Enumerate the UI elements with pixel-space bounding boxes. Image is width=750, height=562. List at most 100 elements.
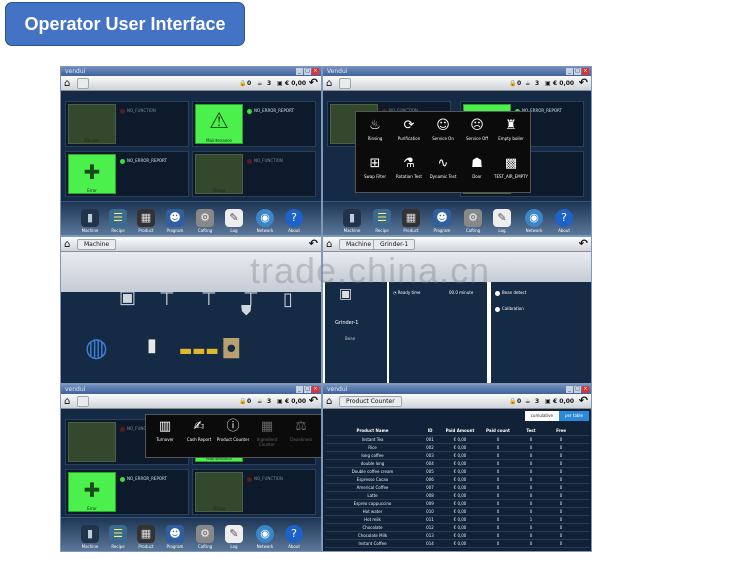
option-calibration[interactable]: Calibration (495, 306, 524, 312)
popup-cash-report[interactable]: ✍ Cash Report (182, 417, 216, 442)
col-product-name[interactable]: Product Name (325, 425, 420, 435)
breadcrumb-chevron[interactable] (77, 396, 89, 407)
back-icon[interactable]: ↶ (309, 77, 318, 89)
valve-component-icon[interactable]: ⊤ (201, 289, 217, 310)
table-row[interactable]: Hot milk 011 € 0,00 0 1 0 (325, 516, 589, 524)
popup-empty-boiler[interactable]: ♜ Empty boiler (494, 116, 528, 141)
grinder-component-icon[interactable]: ▣ (119, 287, 136, 308)
close-button[interactable]: × (582, 386, 589, 393)
minimize-button[interactable]: _ (566, 68, 573, 75)
close-button[interactable]: × (312, 386, 319, 393)
brewer-component-icon[interactable]: ▯ (283, 289, 293, 310)
network-globe-icon[interactable]: ◍ (85, 333, 108, 363)
tile-maintenance[interactable]: ⚠ NO_ERROR_REPORT Maintenance (192, 101, 316, 147)
popup-ingredient-counter[interactable]: ▦ Ingredient Counter (250, 417, 284, 447)
table-row[interactable]: Instant Tea 001 € 0,00 0 0 0 (325, 436, 589, 444)
option-bean-detect[interactable]: Bean detect (495, 290, 526, 296)
dock-program[interactable]: ☻ Program (162, 209, 188, 233)
table-row[interactable]: Hot water 010 € 0,00 0 0 0 (325, 508, 589, 516)
tab-cumulative[interactable]: cumulative (524, 411, 559, 421)
table-row[interactable]: Rice 002 € 0,00 0 0 0 (325, 444, 589, 452)
close-button[interactable]: × (312, 68, 319, 75)
dock-program[interactable]: ☻ Program (429, 209, 455, 233)
breadcrumb-grinder[interactable]: Grinder-1 (373, 239, 416, 250)
valve-component-icon[interactable]: ⊤ (159, 289, 175, 310)
popup-cleanliness[interactable]: ⚖ Cleanliness (284, 417, 318, 442)
back-icon[interactable]: ↶ (579, 395, 588, 407)
dock-log[interactable]: ✎ Log (221, 525, 247, 549)
dock-network[interactable]: ◉ Network (252, 525, 278, 549)
back-icon[interactable]: ↶ (579, 238, 588, 250)
dock-about[interactable]: ? About (551, 209, 577, 233)
minimize-button[interactable]: _ (296, 386, 303, 393)
dock-log[interactable]: ✎ Log (221, 209, 247, 233)
home-icon[interactable]: ⌂ (64, 239, 70, 250)
popup-rinsing[interactable]: ♨ Rinsing (358, 116, 392, 141)
dock-product[interactable]: ▦ Product (133, 209, 159, 233)
col-paid-count[interactable]: Paid count (480, 425, 516, 435)
breadcrumb-product-counter[interactable]: Product Counter (339, 396, 402, 407)
dock-recipe[interactable]: ☰ Recipe (369, 209, 395, 233)
dock-about[interactable]: ? About (281, 525, 307, 549)
tile-filling[interactable]: NO_FUNCTION Filling (192, 151, 316, 197)
canister-row-icon[interactable]: ▬▬▬ (179, 343, 219, 359)
breadcrumb-machine[interactable]: Machine (77, 239, 117, 250)
table-row[interactable]: Chocolate Milk 013 € 0,00 0 0 0 (325, 532, 589, 540)
motor-component-icon[interactable]: ⛊ (241, 303, 252, 319)
home-icon[interactable]: ⌂ (326, 78, 332, 89)
home-icon[interactable]: ⌂ (326, 396, 332, 407)
dock-network[interactable]: ◉ Network (252, 209, 278, 233)
dock-machine[interactable]: ▮ Machine (77, 209, 103, 233)
table-row[interactable]: Chocolate 012 € 0,00 0 0 0 (325, 524, 589, 532)
home-icon[interactable]: ⌂ (64, 396, 70, 407)
dock-product[interactable]: ▦ Product (398, 209, 424, 233)
dock-cafting[interactable]: ⚙ Cafting (192, 209, 218, 233)
tile-filling[interactable]: NO_FUNCTION Filling (192, 469, 316, 515)
table-row[interactable]: Espresso Cacao 006 € 0,00 0 0 0 (325, 476, 589, 484)
breadcrumb-chevron[interactable] (339, 78, 351, 89)
tile-grinder[interactable]: NO_FUNCTION Grinder (65, 101, 189, 147)
popup-dynamic-test[interactable]: ∿ Dynamic Test (426, 154, 460, 179)
tile-error[interactable]: ✚ NO_ERROR_REPORT Error (65, 151, 189, 197)
popup-turnover[interactable]: ▥ Turnover (148, 417, 182, 442)
col-free[interactable]: Free (546, 425, 576, 435)
back-icon[interactable]: ↶ (579, 77, 588, 89)
popup-door[interactable]: ☗ Door (460, 154, 494, 179)
popup-product-counter[interactable]: ⓘ Product Counter (216, 417, 250, 442)
cup-component-icon[interactable]: ◘ (221, 335, 242, 365)
col-id[interactable]: ID (420, 425, 440, 435)
dock-machine[interactable]: ▮ Machine (77, 525, 103, 549)
close-button[interactable]: × (582, 68, 589, 75)
popup-service-on[interactable]: ☺ Service On (426, 116, 460, 141)
popup-rotation-test[interactable]: ⚗ Rotation Test (392, 154, 426, 179)
maximize-button[interactable]: □ (574, 386, 581, 393)
maximize-button[interactable]: □ (304, 386, 311, 393)
dock-product[interactable]: ▦ Product (133, 525, 159, 549)
dock-network[interactable]: ◉ Network (521, 209, 547, 233)
back-icon[interactable]: ↶ (309, 395, 318, 407)
dock-recipe[interactable]: ☰ Recipe (105, 209, 131, 233)
back-icon[interactable]: ↶ (309, 238, 318, 250)
dock-log[interactable]: ✎ Log (489, 209, 515, 233)
col-test[interactable]: Test (516, 425, 546, 435)
maximize-button[interactable]: □ (574, 68, 581, 75)
popup-swap-filter[interactable]: ⊞ Swap Filter (358, 154, 392, 179)
boiler-component-icon[interactable]: ▮ (147, 335, 157, 356)
dock-program[interactable]: ☻ Program (162, 525, 188, 549)
dock-recipe[interactable]: ☰ Recipe (105, 525, 131, 549)
table-row[interactable]: Espreo cappuccino 009 € 0,00 0 0 0 (325, 500, 589, 508)
tile-error[interactable]: ✚ NO_ERROR_REPORT Error (65, 469, 189, 515)
breadcrumb-chevron[interactable] (77, 78, 89, 89)
maximize-button[interactable]: □ (304, 68, 311, 75)
home-icon[interactable]: ⌂ (64, 78, 70, 89)
tab-per-table[interactable]: per table (558, 411, 589, 421)
table-row[interactable]: Instant Coffee 014 € 0,00 0 0 0 (325, 540, 589, 548)
dock-about[interactable]: ? About (281, 209, 307, 233)
table-row[interactable]: long coffee 003 € 0,00 0 0 0 (325, 452, 589, 460)
popup-service-off[interactable]: ☹ Service Off (460, 116, 494, 141)
dock-cafting[interactable]: ⚙ Cafting (460, 209, 486, 233)
table-row[interactable]: Americal Coffee 007 € 0,00 0 0 0 (325, 484, 589, 492)
table-row[interactable]: Latte 008 € 0,00 0 0 0 (325, 492, 589, 500)
table-row[interactable]: Double coffee cream 005 € 0,00 0 0 0 (325, 468, 589, 476)
table-row[interactable]: double long 004 € 0,00 0 0 0 (325, 460, 589, 468)
